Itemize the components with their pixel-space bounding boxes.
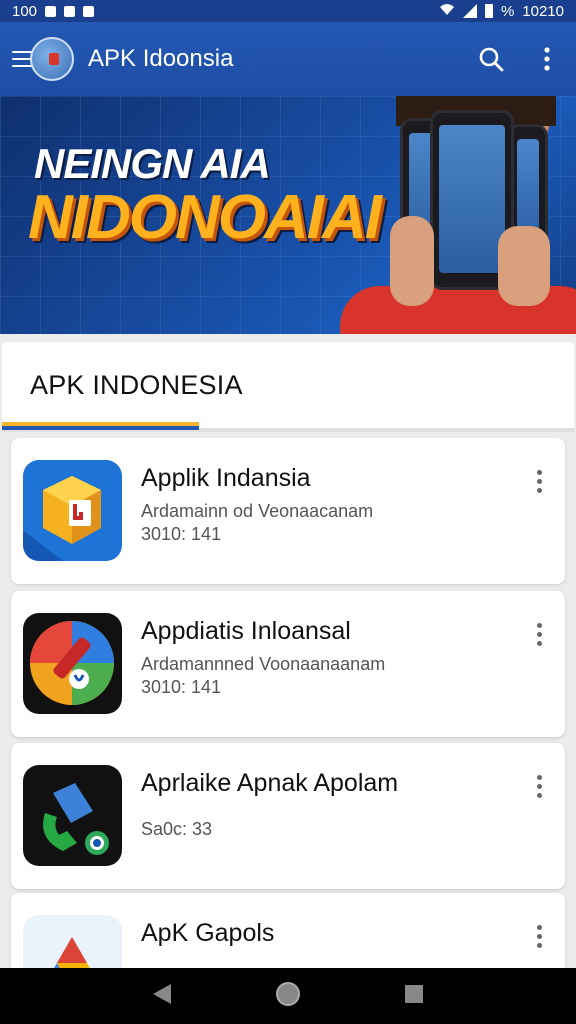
signal-icon <box>462 4 477 18</box>
status-left-text: 100 <box>12 2 38 20</box>
status-bar: 100 % 10210 <box>0 0 576 22</box>
app-size: 3010: 141 <box>141 677 222 697</box>
app-description: Ardamainn od Veonaacanam <box>141 501 374 521</box>
home-icon[interactable] <box>275 981 301 1012</box>
back-icon[interactable] <box>151 982 173 1011</box>
more-vert-icon[interactable] <box>537 470 543 493</box>
navigation-bar <box>0 968 576 1024</box>
list-item[interactable]: Appdiatis Inloansal Ardamannned Voonaana… <box>11 591 565 737</box>
battery-icon <box>484 4 493 18</box>
promo-banner[interactable]: NEINGN AIA NIDONOAIAI <box>0 96 576 334</box>
app-bar: APK Idoonsia <box>0 22 576 96</box>
app-icon-compass <box>23 613 122 714</box>
wifi-icon <box>439 2 455 20</box>
app-icon-cube <box>23 460 122 561</box>
search-icon[interactable] <box>478 46 504 72</box>
more-vert-icon[interactable] <box>537 775 543 798</box>
banner-subheadline: NIDONOAIAI <box>28 183 382 252</box>
notification-icon <box>83 5 95 17</box>
more-vert-icon[interactable] <box>537 623 543 646</box>
recents-icon[interactable] <box>403 983 425 1010</box>
menu-icon[interactable] <box>12 51 32 67</box>
app-name: Aprlaike Apnak Apolam <box>141 769 399 797</box>
section-header: APK INDONESIA <box>2 342 574 430</box>
notification-icon <box>64 5 76 17</box>
more-vert-icon[interactable] <box>537 925 543 948</box>
tab-indicator <box>2 422 199 430</box>
battery-percent: % <box>500 2 515 20</box>
app-description: Ardamannned Voonaanaanam <box>141 654 386 674</box>
section-title: APK INDONESIA <box>30 370 243 400</box>
app-icon-phone <box>23 765 122 866</box>
list-item[interactable]: Aprlaike Apnak Apolam Sa0c: 33 <box>11 743 565 889</box>
notification-icon <box>45 5 57 17</box>
clock: 10210 <box>522 2 564 20</box>
list-item[interactable]: Applik Indansia Ardamainn od Veonaacanam… <box>11 438 565 584</box>
app-size: 3010: 141 <box>141 524 222 544</box>
app-size: Sa0c: 33 <box>141 819 213 839</box>
app-title: APK Idoonsia <box>88 45 234 72</box>
app-name: Applik Indansia <box>141 464 311 492</box>
more-vert-icon[interactable] <box>544 47 550 71</box>
globe-map-icon <box>30 37 74 81</box>
person-with-phones-image <box>340 96 576 334</box>
app-name: ApK Gapols <box>141 919 275 947</box>
banner-headline: NEINGN AIA <box>34 140 271 187</box>
app-name: Appdiatis Inloansal <box>141 617 351 645</box>
